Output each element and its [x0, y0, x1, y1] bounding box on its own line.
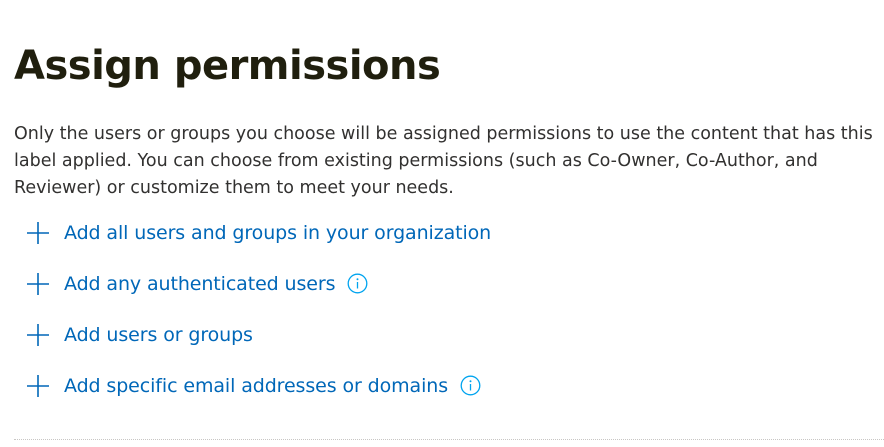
- plus-icon: [26, 323, 50, 347]
- add-email-addresses-or-domains-button[interactable]: Add specific email addresses or domains: [26, 367, 866, 404]
- plus-icon: [26, 374, 50, 398]
- add-all-users-and-groups-label: Add all users and groups in your organiz…: [64, 221, 492, 244]
- section-divider: [14, 439, 884, 440]
- plus-icon: [26, 221, 50, 245]
- plus-icon: [26, 272, 50, 296]
- add-users-or-groups-button[interactable]: Add users or groups: [26, 316, 866, 353]
- add-authenticated-users-label: Add any authenticated users: [64, 272, 336, 295]
- permission-actions-list: Add all users and groups in your organiz…: [26, 214, 866, 418]
- add-email-addresses-or-domains-label: Add specific email addresses or domains: [64, 374, 448, 397]
- add-users-or-groups-label: Add users or groups: [64, 323, 253, 346]
- add-all-users-and-groups-button[interactable]: Add all users and groups in your organiz…: [26, 214, 866, 251]
- info-icon[interactable]: [347, 273, 368, 294]
- assign-permissions-page: Assign permissions Only the users or gro…: [0, 0, 884, 447]
- page-description: Only the users or groups you choose will…: [14, 124, 873, 198]
- page-title: Assign permissions: [14, 43, 441, 89]
- add-authenticated-users-button[interactable]: Add any authenticated users: [26, 265, 866, 302]
- info-icon[interactable]: [460, 375, 481, 396]
